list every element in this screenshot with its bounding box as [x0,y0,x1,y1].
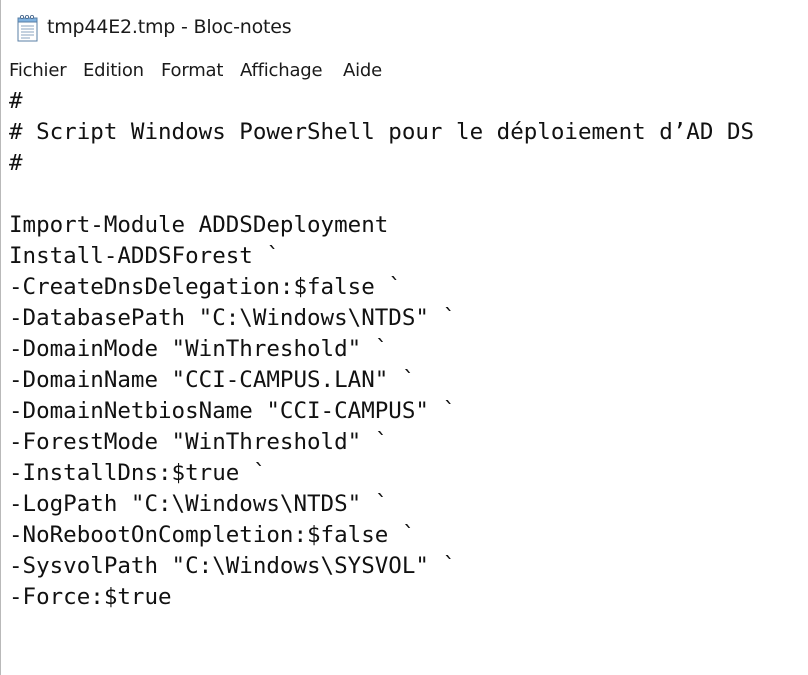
editor-line: -SysvolPath "C:\Windows\SYSVOL" ` [9,553,457,579]
menu-edition[interactable]: Edition [83,58,144,84]
title-bar[interactable]: tmp44E2.tmp - Bloc-notes [1,0,808,56]
menu-affichage[interactable]: Affichage [240,58,323,84]
menu-aide[interactable]: Aide [343,58,382,84]
editor-line: # [9,88,23,114]
editor-line: -DomainName "CCI-CAMPUS.LAN" ` [9,367,416,393]
editor-line: # Script Windows PowerShell pour le dépl… [9,119,755,145]
menu-format[interactable]: Format [161,58,223,84]
editor-line: -DomainNetbiosName "CCI-CAMPUS" ` [9,398,457,424]
notepad-window: tmp44E2.tmp - Bloc-notes Fichier Edition… [0,0,808,675]
notepad-icon [15,14,41,42]
menu-bar: Fichier Edition Format Affichage Aide [1,56,808,87]
editor-line: Install-ADDSForest ` [9,243,280,269]
editor-line: -DatabasePath "C:\Windows\NTDS" ` [9,305,457,331]
menu-fichier[interactable]: Fichier [9,58,67,84]
editor-line: -InstallDns:$true ` [9,460,267,486]
editor-line: -CreateDnsDelegation:$false ` [9,274,402,300]
editor-line: -NoRebootOnCompletion:$false ` [9,522,416,548]
editor-line: -DomainMode "WinThreshold" ` [9,336,389,362]
editor-line: -Force:$true [9,584,172,610]
editor-line: # [9,150,23,176]
editor-line: -ForestMode "WinThreshold" ` [9,429,389,455]
window-title: tmp44E2.tmp - Bloc-notes [47,16,292,38]
text-editor[interactable]: # # Script Windows PowerShell pour le dé… [1,86,808,675]
editor-line: Import-Module ADDSDeployment [9,212,389,238]
editor-line: -LogPath "C:\Windows\NTDS" ` [9,491,389,517]
